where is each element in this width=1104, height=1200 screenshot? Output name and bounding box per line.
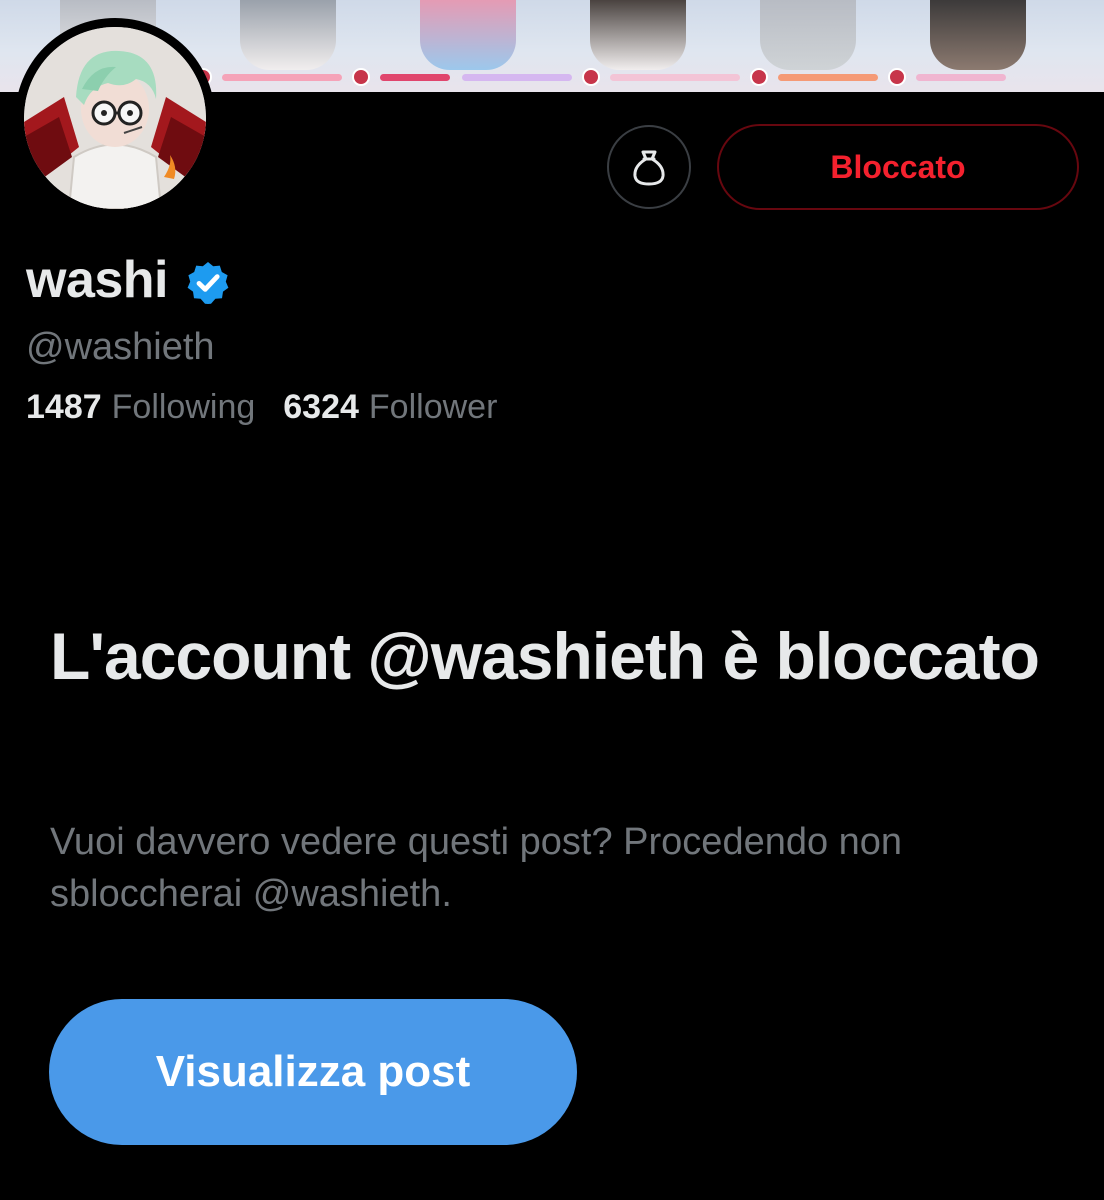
profile-handle: @washieth <box>26 326 215 368</box>
followers-label: Follower <box>368 388 498 426</box>
display-name: washi <box>26 251 169 309</box>
verified-badge-icon[interactable] <box>184 259 232 307</box>
blocked-button[interactable]: Bloccato <box>717 124 1079 210</box>
blocked-notice-title: L'account @washieth è bloccato <box>50 619 1040 693</box>
money-bag-button[interactable] <box>607 125 691 209</box>
following-count: 1487 <box>26 388 102 426</box>
view-posts-button[interactable]: Visualizza post <box>49 999 577 1145</box>
banner-figure <box>590 0 686 70</box>
banner-figure <box>240 0 336 70</box>
avatar-image <box>24 27 206 209</box>
banner-stat-pill <box>610 73 740 81</box>
banner-stat-pill <box>778 73 878 81</box>
banner-stat-pill <box>916 73 1006 81</box>
banner-figure <box>760 0 856 70</box>
banner-stat-pill <box>380 73 450 81</box>
banner-stat-pill <box>222 73 342 81</box>
banner-stat-bar <box>190 68 1070 86</box>
banner-badge <box>888 68 906 86</box>
avatar[interactable] <box>15 18 215 218</box>
money-bag-icon <box>633 150 665 186</box>
banner-stat-pill <box>462 73 572 81</box>
banner-figure <box>930 0 1026 70</box>
display-name-row: washi <box>26 248 232 312</box>
blocked-notice-description: Vuoi davvero vedere questi post? Procede… <box>50 821 903 915</box>
banner-badge <box>750 68 768 86</box>
followers-count: 6324 <box>283 388 359 426</box>
banner-figure <box>420 0 516 70</box>
follow-stats: 1487 Following 6324 Follower <box>26 388 497 427</box>
banner-badge <box>352 68 370 86</box>
banner-badge <box>582 68 600 86</box>
followers-stat[interactable]: 6324 Follower <box>283 388 497 427</box>
following-label: Following <box>111 388 256 426</box>
following-stat[interactable]: 1487 Following <box>26 388 255 427</box>
